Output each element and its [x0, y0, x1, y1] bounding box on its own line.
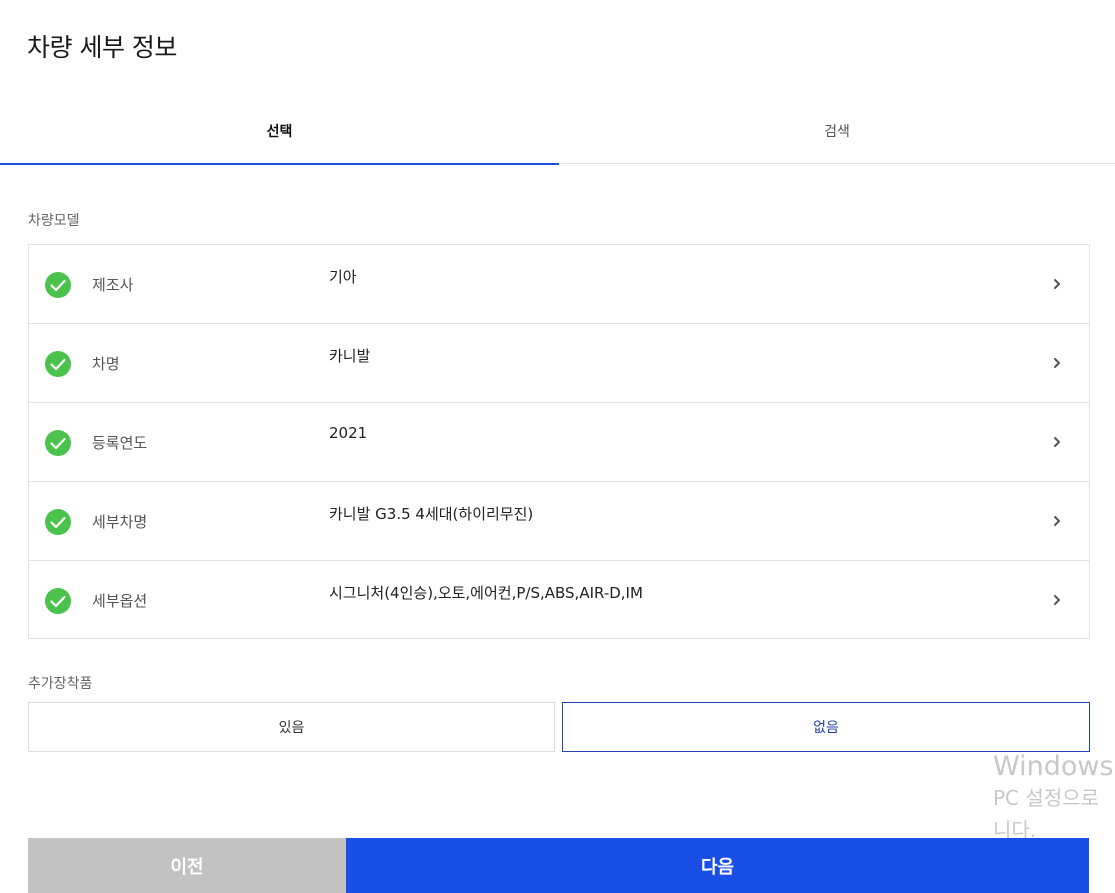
detail-row-registration-year[interactable]: 등록연도 2021 [29, 403, 1089, 482]
detail-row-value: 시그니처(4인승),오토,에어컨,P/S,ABS,AIR-D,IM [329, 584, 643, 602]
detail-row-value: 2021 [329, 424, 368, 442]
chevron-right-icon [1054, 358, 1060, 368]
detail-row-key: 세부차명 [92, 513, 148, 531]
check-circle-icon [45, 588, 71, 614]
detail-row-key: 등록연도 [92, 434, 148, 452]
watermark-line: PC 설정으로 [993, 786, 1099, 810]
windows-activation-watermark: Windows PC 설정으로 니다. [993, 752, 1114, 846]
detail-row-manufacturer[interactable]: 제조사 기아 [29, 245, 1089, 324]
check-circle-icon [45, 509, 71, 535]
check-circle-icon [45, 430, 71, 456]
detail-row-key: 차명 [92, 355, 120, 373]
tab-bar: 선택 검색 [0, 98, 1115, 165]
option-no-button[interactable]: 없음 [562, 702, 1090, 752]
chevron-right-icon [1054, 437, 1060, 447]
section-label-extra-equipment: 추가장착품 [28, 676, 93, 692]
section-label-vehicle-model: 차량모델 [28, 213, 80, 229]
chevron-right-icon [1054, 516, 1060, 526]
extra-equipment-choice: 있음 없음 [28, 702, 1090, 752]
next-button[interactable]: 다음 [346, 838, 1089, 893]
vehicle-detail-list: 제조사 기아 차명 카니발 등록연도 2021 세부차명 카니발 G3.5 4세… [28, 244, 1090, 639]
option-yes-button[interactable]: 있음 [28, 702, 555, 752]
detail-row-key: 세부옵션 [92, 592, 148, 610]
chevron-right-icon [1054, 279, 1060, 289]
check-circle-icon [45, 272, 71, 298]
detail-row-value: 카니발 [329, 347, 371, 365]
detail-row-value: 기아 [329, 268, 357, 286]
tab-select[interactable]: 선택 [0, 98, 559, 165]
prev-button[interactable]: 이전 [28, 838, 346, 893]
detail-row-key: 제조사 [92, 276, 134, 294]
check-circle-icon [45, 351, 71, 377]
detail-row-detail-option[interactable]: 세부옵션 시그니처(4인승),오토,에어컨,P/S,ABS,AIR-D,IM [29, 561, 1089, 638]
detail-row-detail-model[interactable]: 세부차명 카니발 G3.5 4세대(하이리무진) [29, 482, 1089, 561]
watermark-line: Windows [993, 751, 1114, 782]
detail-row-car-name[interactable]: 차명 카니발 [29, 324, 1089, 403]
chevron-right-icon [1054, 595, 1060, 605]
tab-search[interactable]: 검색 [559, 98, 1115, 164]
detail-row-value: 카니발 G3.5 4세대(하이리무진) [329, 505, 534, 523]
page-title: 차량 세부 정보 [27, 33, 177, 62]
